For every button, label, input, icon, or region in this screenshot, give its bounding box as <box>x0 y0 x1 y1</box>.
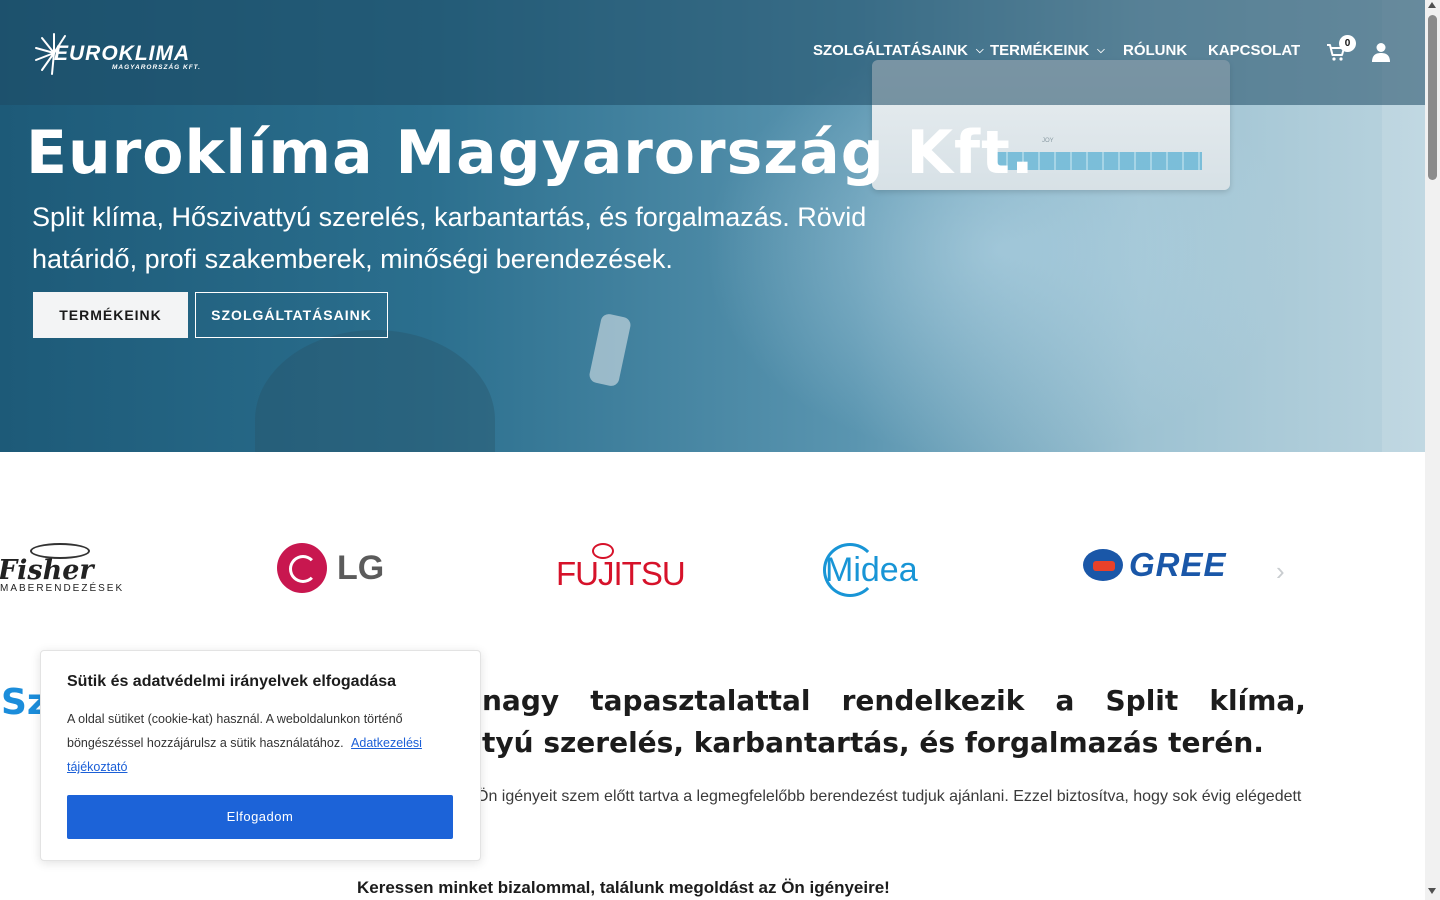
logo-wordmark: EUROKLIMA <box>54 42 191 65</box>
chevron-down-icon: ⌵ <box>975 45 984 56</box>
nav-item-kapcsolat[interactable]: KAPCSOLAT <box>1208 42 1300 59</box>
cookie-title: Sütik és adatvédelmi irányelvek elfogadá… <box>67 673 397 690</box>
nav-label: KAPCSOLAT <box>1208 42 1301 59</box>
euroklima-logo[interactable]: EUROKLIMA MAGYARORSZÁG KFT. <box>34 30 239 76</box>
heading-word: klíma, <box>1209 684 1306 717</box>
lg-face-icon <box>277 543 327 593</box>
cookie-body: A oldal sütiket (cookie-kat) használ. A … <box>67 707 457 779</box>
heading-word: Split <box>1105 684 1179 717</box>
szolgaltatasaink-button[interactable]: SZOLGÁLTATÁSAINK <box>195 292 388 338</box>
intro-heading-line2: tyú szerelés, karbantartás, és forgalmaz… <box>482 726 1264 759</box>
brand-word: Midea <box>825 551 918 589</box>
hero-title: Euroklíma Magyarország Kft. <box>26 118 1035 188</box>
brand-logo-lg[interactable]: LG <box>277 543 387 595</box>
brand-logo-gree[interactable]: GREE <box>1083 546 1253 586</box>
brand-subtext: MABERENDEZÉSEK <box>0 583 125 594</box>
termekeink-button[interactable]: TERMÉKEINK <box>33 292 188 338</box>
contact-cta-text: Keressen minket bizalommal, találunk meg… <box>357 878 890 897</box>
hero-subtitle: Split klíma, Hőszivattyú szerelés, karba… <box>32 202 867 274</box>
nav-item-szolgaltatasaink[interactable]: SZOLGÁLTATÁSAINK ⌵ <box>813 42 984 59</box>
remote-control-image <box>588 312 632 388</box>
ac-brand-label: JOY <box>1042 138 1054 144</box>
intro-paragraph: Ön igényeit szem előtt tartva a legmegfe… <box>476 788 1302 805</box>
scroll-down-icon[interactable] <box>1428 888 1436 894</box>
heading-word: rendelkezik <box>841 684 1025 717</box>
woman-silhouette-image <box>255 330 495 452</box>
gree-mark-icon <box>1083 549 1123 581</box>
accept-cookies-button[interactable]: Elfogadom <box>67 795 453 839</box>
heading-word: nagy <box>482 684 560 717</box>
nav-label: RÓLUNK <box>1123 42 1188 59</box>
brand-word: Fisher <box>0 555 94 586</box>
page-scrollbar[interactable] <box>1425 0 1440 900</box>
carousel-next-icon[interactable]: › <box>1276 556 1285 587</box>
brand-logo-fisher[interactable]: Fisher MABERENDEZÉSEK <box>0 543 130 595</box>
brand-logo-midea[interactable]: Midea <box>823 543 963 597</box>
intro-heading-line1: nagy tapasztalattal rendelkezik a Split … <box>482 684 1306 717</box>
nav-label: TERMÉKEINK <box>990 42 1090 59</box>
brand-logo-fujitsu[interactable]: FUJITSU <box>556 543 686 595</box>
site-header: EUROKLIMA MAGYARORSZÁG KFT. SZOLGÁLTATÁS… <box>0 0 1425 105</box>
heading-word: tapasztalattal <box>590 684 811 717</box>
nav-item-rolunk[interactable]: RÓLUNK <box>1123 42 1187 59</box>
chevron-down-icon: ⌵ <box>1097 45 1105 56</box>
cart-count-badge: 0 <box>1339 35 1356 52</box>
scrollbar-thumb[interactable] <box>1428 15 1437 180</box>
cookie-consent-dialog: Sütik és adatvédelmi irányelvek elfogadá… <box>40 650 481 861</box>
heading-word: a <box>1055 684 1075 717</box>
nav-label: SZOLGÁLTATÁSAINK <box>813 42 968 59</box>
brand-word: GREE <box>1129 546 1227 583</box>
brand-word: FUJITSU <box>556 555 686 592</box>
nav-item-termekeink[interactable]: TERMÉKEINK ⌵ <box>990 42 1105 59</box>
logo-subtext: MAGYARORSZÁG KFT. <box>112 64 201 71</box>
brand-word: LG <box>337 549 385 587</box>
scroll-up-icon[interactable] <box>1428 2 1436 8</box>
user-icon[interactable] <box>1372 42 1390 62</box>
